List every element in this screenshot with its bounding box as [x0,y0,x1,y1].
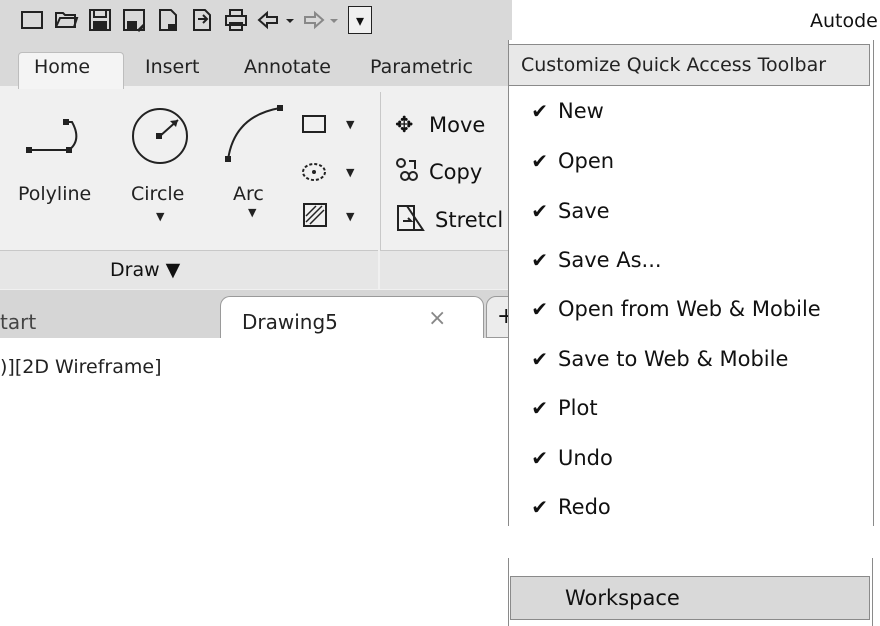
copy-icon [395,157,429,187]
close-icon[interactable]: × [428,306,446,331]
check-icon: ✔ [531,446,548,470]
check-icon: ✔ [531,396,548,420]
ellipse-dropdown-arrow[interactable]: ▼ [346,166,354,179]
circle-tool[interactable] [126,106,196,170]
move-icon: ✥ [395,112,414,138]
chevron-down-icon: ▾ [348,6,372,34]
menu-item-label: Undo [558,446,613,470]
polyline-tool[interactable] [24,108,100,158]
undo-icon[interactable] [256,6,296,34]
check-icon: ✔ [531,248,548,272]
draw-panel-label-bar[interactable]: Draw ▼ [0,250,378,289]
hatch-tool[interactable]: ▼ [300,200,360,230]
polyline-icon [26,119,78,153]
plot-icon[interactable] [222,6,250,34]
save-to-web-icon[interactable] [188,6,216,34]
check-icon: ✔ [531,199,548,223]
arc-tool[interactable] [218,104,288,164]
check-icon: ✔ [531,297,548,321]
menu-item-save[interactable]: ✔ Save [508,190,872,232]
drawing-canvas[interactable] [0,338,510,626]
modify-panel-label-bar[interactable] [380,250,510,289]
check-icon: ✔ [531,347,548,371]
move-label: Move [429,113,486,137]
tab-parametric[interactable]: Parametric [370,56,473,78]
save-icon[interactable] [86,6,114,34]
menu-item-undo[interactable]: ✔ Undo [508,437,872,479]
move-tool[interactable]: ✥ Move [395,110,510,140]
quick-access-toolbar-background: ▾ [0,0,512,40]
rectangle-tool[interactable]: ▼ [300,112,360,138]
rectangle-dropdown-arrow[interactable]: ▼ [346,118,354,131]
ellipse-tool[interactable]: ▼ [300,158,360,186]
menu-item-label: Save [558,199,610,223]
polyline-label: Polyline [18,183,92,205]
menu-gap [506,526,876,562]
arc-dropdown-arrow[interactable]: ▼ [248,206,256,219]
menu-item-label: Save to Web & Mobile [558,347,789,371]
rectangle-icon [302,115,326,133]
copy-tool[interactable]: Copy [395,157,510,187]
start-tab[interactable]: tart [0,310,36,334]
menu-item-save-as[interactable]: ✔ Save As... [508,239,872,281]
circle-icon [132,108,188,164]
stretch-label: Stretcl [435,208,504,232]
menu-item-open[interactable]: ✔ Open [508,140,872,182]
menu-item-redo[interactable]: ✔ Redo [508,486,872,528]
circle-dropdown-arrow[interactable]: ▼ [156,210,164,223]
redo-icon[interactable] [300,6,340,34]
copy-label: Copy [429,160,483,184]
menu-item-label: Open [558,149,615,173]
tab-insert[interactable]: Insert [145,56,200,78]
menu-item-label: Redo [558,495,611,519]
drawing5-tab-label: Drawing5 [242,310,338,334]
stretch-tool[interactable]: Stretcl [395,204,510,236]
menu-item-new[interactable]: ✔ New [508,90,872,132]
arc-icon [225,105,283,162]
draw-panel-label: Draw ▼ [110,259,181,281]
viewport-controls-label[interactable]: )][2D Wireframe] [0,356,161,378]
ellipse-icon [302,163,326,181]
save-as-icon[interactable] [120,6,148,34]
arc-label: Arc [233,183,264,205]
check-icon: ✔ [531,99,548,123]
menu-item-label: Plot [558,396,598,420]
hatch-dropdown-arrow[interactable]: ▼ [346,210,354,223]
hatch-icon [303,203,327,227]
menu-item-open-from-web[interactable]: ✔ Open from Web & Mobile [508,288,872,330]
menu-item-plot[interactable]: ✔ Plot [508,387,872,429]
menu-border-left [508,558,509,626]
tab-home[interactable]: Home [34,56,90,78]
menu-header: Customize Quick Access Toolbar [508,44,870,86]
open-icon[interactable] [52,6,80,34]
menu-border-right [872,558,873,626]
menu-item-workspace[interactable]: Workspace [510,576,870,620]
new-icon[interactable] [18,6,46,34]
stretch-icon [395,204,435,236]
check-icon: ✔ [531,495,548,519]
menu-item-save-to-web[interactable]: ✔ Save to Web & Mobile [508,338,872,380]
menu-item-label: Open from Web & Mobile [558,297,821,321]
circle-label: Circle [131,183,185,205]
toolbar-dropdown-button[interactable]: ▾ [346,6,374,34]
check-icon: ✔ [531,149,548,173]
app-title: Autode [810,10,878,32]
menu-item-label: New [558,99,604,123]
tab-annotate[interactable]: Annotate [244,56,331,78]
menu-item-label: Save As... [558,248,662,272]
open-from-web-icon[interactable] [154,6,182,34]
